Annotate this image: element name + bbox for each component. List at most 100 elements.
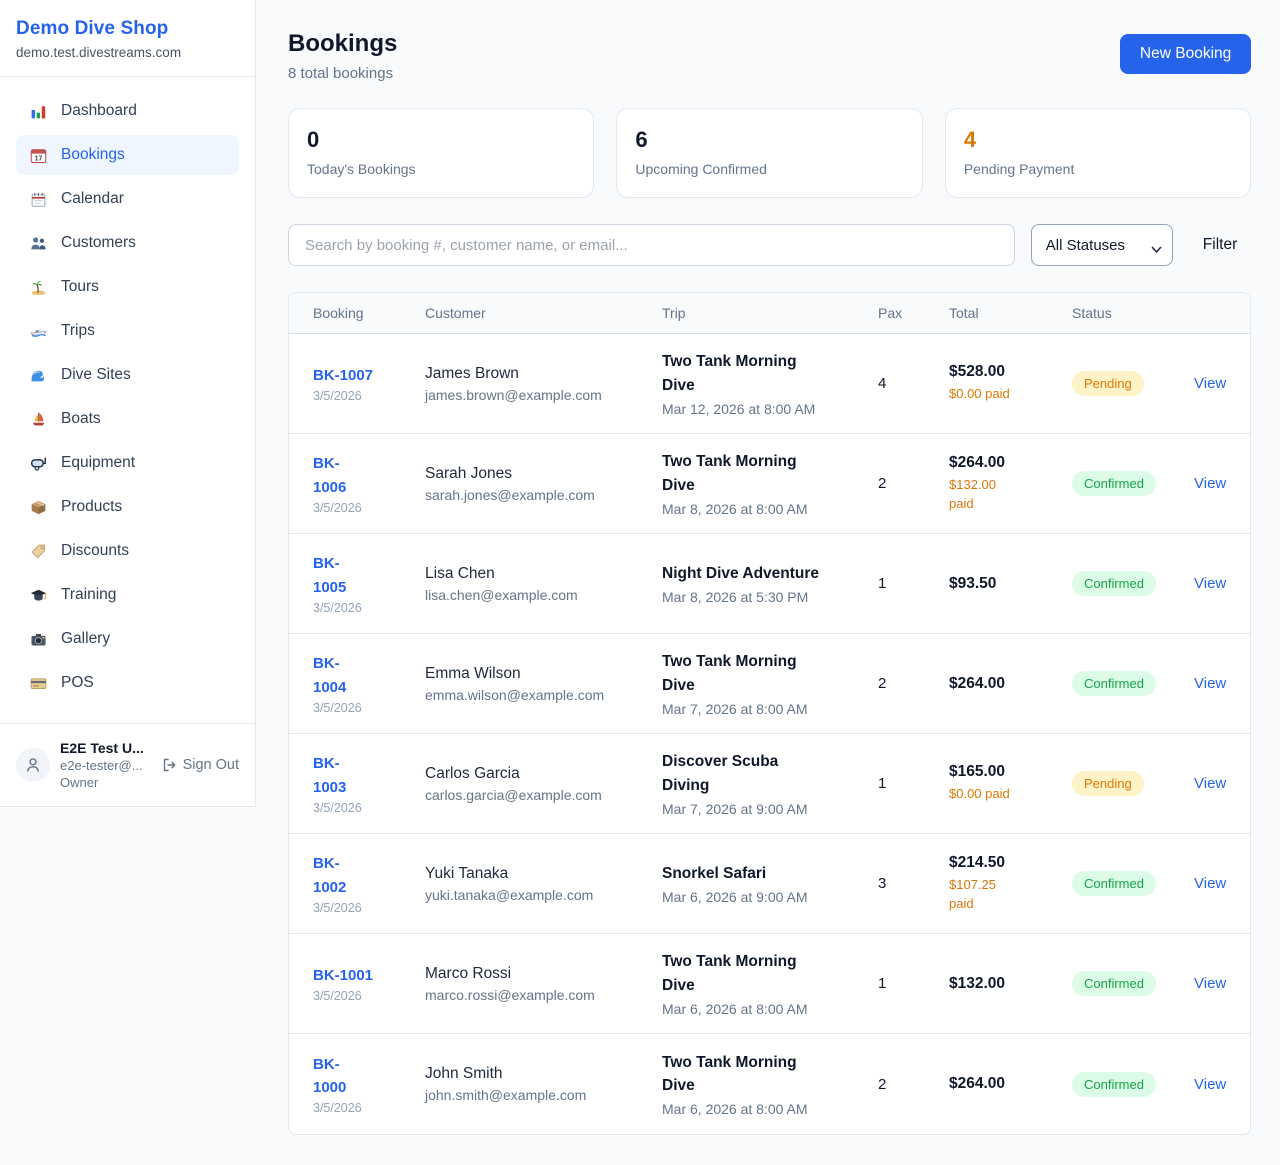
actions-cell: View xyxy=(1170,434,1250,533)
pax-cell: 3 xyxy=(854,834,925,933)
total-amount: $264.00 xyxy=(949,454,1024,472)
sidebar-item-bookings[interactable]: 17Bookings xyxy=(16,135,239,175)
actions-cell: View xyxy=(1170,734,1250,833)
booking-date: 3/5/2026 xyxy=(313,601,377,615)
stat-value: 0 xyxy=(307,127,575,153)
sidebar-item-label: Customers xyxy=(61,234,136,252)
booking-link[interactable]: BK- 1005 xyxy=(313,552,377,599)
customer-email: john.smith@example.com xyxy=(425,1087,614,1103)
booking-date: 3/5/2026 xyxy=(313,801,377,815)
sign-out-label: Sign Out xyxy=(183,757,239,773)
booking-link[interactable]: BK- 1004 xyxy=(313,652,377,699)
table-row: BK- 10003/5/2026 John Smith john.smith@exa… xyxy=(289,1034,1250,1134)
booking-cell: BK- 10003/5/2026 xyxy=(289,1034,401,1134)
trip-cell: Two Tank Morning DiveMar 6, 2026 at 8:00… xyxy=(638,1034,854,1134)
sidebar-item-pos[interactable]: POS xyxy=(16,663,239,703)
sidebar-item-boats[interactable]: Boats xyxy=(16,399,239,439)
customer-name: John Smith xyxy=(425,1065,614,1083)
column-header-total: Total xyxy=(925,293,1048,333)
trip-name: Two Tank Morning Dive xyxy=(662,1051,830,1098)
pax-cell: 2 xyxy=(854,1034,925,1134)
view-link[interactable]: View xyxy=(1194,675,1226,692)
customer-email: james.brown@example.com xyxy=(425,387,614,403)
table-row: BK- 10043/5/2026Emma Wilsonemma.wilson@e… xyxy=(289,634,1250,734)
view-link[interactable]: View xyxy=(1194,475,1226,492)
sidebar-item-label: Equipment xyxy=(61,454,135,472)
table-row: BK- 10053/5/2026Lisa Chenlisa.chen@examp… xyxy=(289,534,1250,634)
status-badge: Pending xyxy=(1072,371,1144,396)
search-input[interactable] xyxy=(288,224,1015,266)
view-link[interactable]: View xyxy=(1194,875,1226,892)
customer-cell: Sarah Jonessarah.jones@example.com xyxy=(401,434,638,533)
view-link[interactable]: View xyxy=(1194,575,1226,592)
trip-datetime: Mar 6, 2026 at 8:00 AM xyxy=(662,1001,830,1017)
total-amount: $264.00 xyxy=(949,675,1024,693)
stat-value: 6 xyxy=(635,127,903,153)
actions-cell: View xyxy=(1170,834,1250,933)
svg-text:17: 17 xyxy=(34,155,42,162)
booking-link[interactable]: BK- 1000 xyxy=(313,1053,377,1100)
status-cell: Pending xyxy=(1048,334,1170,433)
booking-link[interactable]: BK- 1006 xyxy=(313,452,377,499)
sidebar-item-discounts[interactable]: Discounts xyxy=(16,531,239,571)
total-cell: $264.00 xyxy=(925,634,1048,733)
customer-cell: James Brown james.brown@example.com xyxy=(401,334,638,433)
stat-label: Pending Payment xyxy=(964,161,1232,177)
status-badge: Confirmed xyxy=(1072,471,1156,496)
paid-amount: $0.00 paid xyxy=(949,785,1024,804)
paid-amount: $107.25 paid xyxy=(949,876,1024,914)
view-link[interactable]: View xyxy=(1194,775,1226,792)
sidebar-item-gallery[interactable]: Gallery xyxy=(16,619,239,659)
view-link[interactable]: View xyxy=(1194,1076,1226,1093)
trip-cell: Discover Scuba DivingMar 7, 2026 at 9:00… xyxy=(638,734,854,833)
actions-cell: View xyxy=(1170,334,1250,433)
sign-out-button[interactable]: Sign Out xyxy=(161,757,239,773)
view-link[interactable]: View xyxy=(1194,375,1226,392)
status-cell: Pending xyxy=(1048,734,1170,833)
sidebar-item-dive-sites[interactable]: Dive Sites xyxy=(16,355,239,395)
trip-datetime: Mar 7, 2026 at 8:00 AM xyxy=(662,701,830,717)
filter-button[interactable]: Filter xyxy=(1189,236,1251,254)
sidebar-item-customers[interactable]: Customers xyxy=(16,223,239,263)
sidebar-item-tours[interactable]: Tours xyxy=(16,267,239,307)
customer-email: marco.rossi@example.com xyxy=(425,987,614,1003)
total-cell: $214.50$107.25 paid xyxy=(925,834,1048,933)
sidebar-item-trips[interactable]: Trips xyxy=(16,311,239,351)
customer-email: emma.wilson@example.com xyxy=(425,687,614,703)
booking-link[interactable]: BK-1007 xyxy=(313,364,377,387)
sidebar-item-dashboard[interactable]: Dashboard xyxy=(16,91,239,131)
column-header-customer: Customer xyxy=(401,293,638,333)
view-link[interactable]: View xyxy=(1194,975,1226,992)
avatar xyxy=(16,748,50,782)
customer-cell: Marco Rossimarco.rossi@example.com xyxy=(401,934,638,1033)
page-subtitle: 8 total bookings xyxy=(288,65,397,82)
pax-cell: 1 xyxy=(854,734,925,833)
trip-name: Snorkel Safari xyxy=(662,862,830,885)
stat-label: Today's Bookings xyxy=(307,161,575,177)
customer-email: lisa.chen@example.com xyxy=(425,587,614,603)
user-role: Owner xyxy=(60,775,151,790)
booking-link[interactable]: BK- 1003 xyxy=(313,752,377,799)
customer-email: carlos.garcia@example.com xyxy=(425,787,614,803)
booking-link[interactable]: BK- 1002 xyxy=(313,852,377,899)
sidebar-item-products[interactable]: Products xyxy=(16,487,239,527)
package-icon xyxy=(28,498,48,516)
sidebar-item-training[interactable]: Training xyxy=(16,575,239,615)
booking-date: 3/5/2026 xyxy=(313,901,377,915)
customer-name: James Brown xyxy=(425,365,614,383)
booking-date: 3/5/2026 xyxy=(313,389,377,403)
booking-link[interactable]: BK-1001 xyxy=(313,964,377,987)
sidebar-item-equipment[interactable]: Equipment xyxy=(16,443,239,483)
total-cell: $264.00$132.00 paid xyxy=(925,434,1048,533)
actions-cell: View xyxy=(1170,534,1250,633)
table-header-row: BookingCustomerTripPaxTotalStatus xyxy=(289,293,1250,334)
trip-name: Two Tank Morning Dive xyxy=(662,650,830,697)
status-select[interactable]: All Statuses xyxy=(1031,224,1173,266)
new-booking-button[interactable]: New Booking xyxy=(1120,34,1251,74)
paid-amount: $0.00 paid xyxy=(949,385,1024,404)
sidebar-header: Demo Dive Shop demo.test.divestreams.com xyxy=(0,0,255,77)
column-header-status: Status xyxy=(1048,293,1170,333)
sidebar-item-calendar[interactable]: Calendar xyxy=(16,179,239,219)
status-badge: Pending xyxy=(1072,771,1144,796)
trip-datetime: Mar 8, 2026 at 5:30 PM xyxy=(662,589,830,605)
